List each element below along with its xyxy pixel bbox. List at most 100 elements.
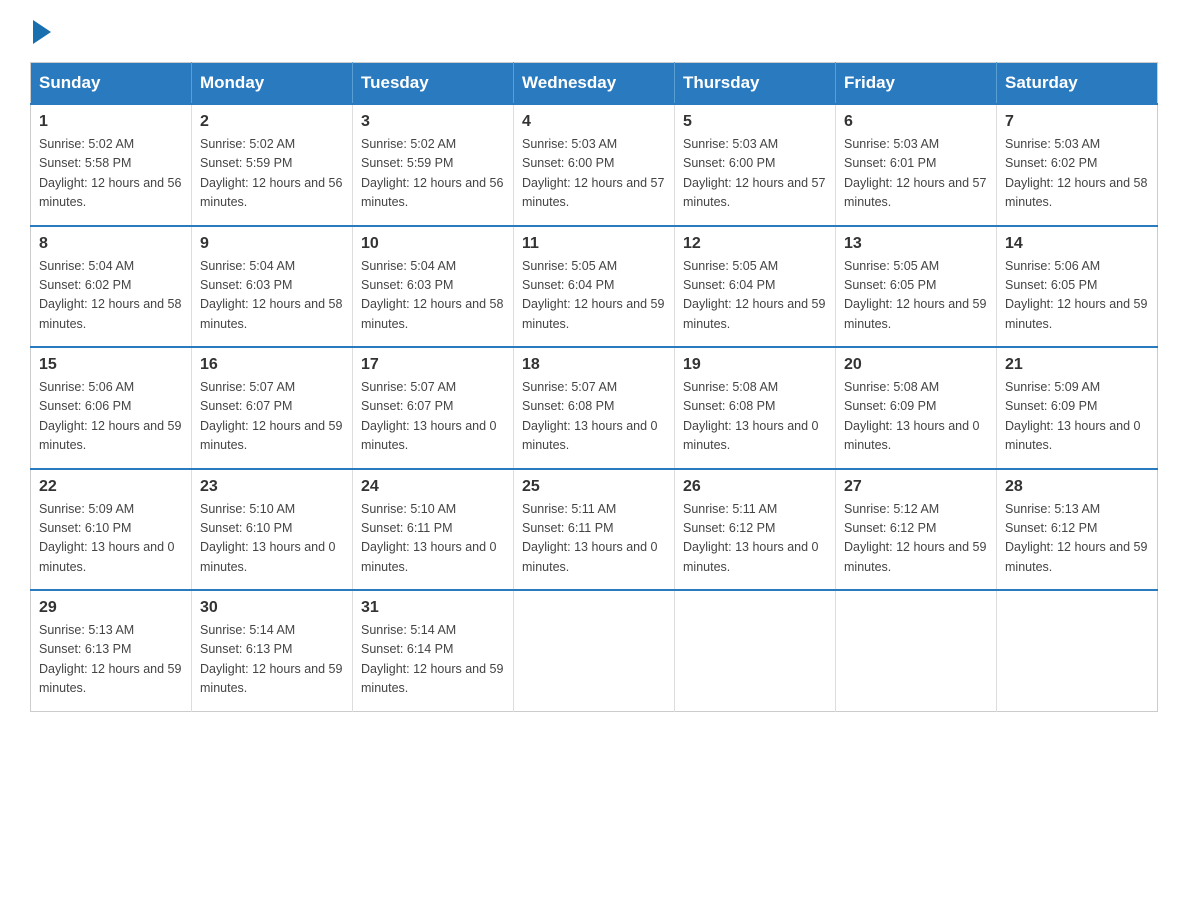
day-info: Sunrise: 5:09 AMSunset: 6:10 PMDaylight:… [39, 500, 183, 578]
day-info: Sunrise: 5:08 AMSunset: 6:09 PMDaylight:… [844, 378, 988, 456]
calendar-cell: 2 Sunrise: 5:02 AMSunset: 5:59 PMDayligh… [192, 104, 353, 226]
day-info: Sunrise: 5:02 AMSunset: 5:59 PMDaylight:… [200, 135, 344, 213]
day-info: Sunrise: 5:13 AMSunset: 6:13 PMDaylight:… [39, 621, 183, 699]
calendar-cell: 12 Sunrise: 5:05 AMSunset: 6:04 PMDaylig… [675, 226, 836, 348]
calendar-cell: 11 Sunrise: 5:05 AMSunset: 6:04 PMDaylig… [514, 226, 675, 348]
day-number: 19 [683, 356, 827, 374]
calendar-header-sunday: Sunday [31, 63, 192, 105]
calendar-header-row: SundayMondayTuesdayWednesdayThursdayFrid… [31, 63, 1158, 105]
day-info: Sunrise: 5:03 AMSunset: 6:02 PMDaylight:… [1005, 135, 1149, 213]
day-number: 4 [522, 113, 666, 131]
calendar-cell: 18 Sunrise: 5:07 AMSunset: 6:08 PMDaylig… [514, 347, 675, 469]
logo-arrow-icon [33, 20, 51, 44]
day-number: 9 [200, 235, 344, 253]
calendar-cell: 25 Sunrise: 5:11 AMSunset: 6:11 PMDaylig… [514, 469, 675, 591]
day-number: 14 [1005, 235, 1149, 253]
calendar-cell: 23 Sunrise: 5:10 AMSunset: 6:10 PMDaylig… [192, 469, 353, 591]
page-header [30, 20, 1158, 42]
day-info: Sunrise: 5:04 AMSunset: 6:03 PMDaylight:… [200, 257, 344, 335]
day-info: Sunrise: 5:05 AMSunset: 6:05 PMDaylight:… [844, 257, 988, 335]
day-number: 23 [200, 478, 344, 496]
calendar-cell: 8 Sunrise: 5:04 AMSunset: 6:02 PMDayligh… [31, 226, 192, 348]
day-number: 27 [844, 478, 988, 496]
calendar-cell: 21 Sunrise: 5:09 AMSunset: 6:09 PMDaylig… [997, 347, 1158, 469]
calendar-cell: 20 Sunrise: 5:08 AMSunset: 6:09 PMDaylig… [836, 347, 997, 469]
day-number: 31 [361, 599, 505, 617]
day-info: Sunrise: 5:05 AMSunset: 6:04 PMDaylight:… [522, 257, 666, 335]
day-number: 13 [844, 235, 988, 253]
day-number: 20 [844, 356, 988, 374]
day-number: 7 [1005, 113, 1149, 131]
calendar-header-friday: Friday [836, 63, 997, 105]
calendar-cell: 28 Sunrise: 5:13 AMSunset: 6:12 PMDaylig… [997, 469, 1158, 591]
day-number: 10 [361, 235, 505, 253]
day-number: 1 [39, 113, 183, 131]
calendar-cell [675, 590, 836, 711]
logo [30, 20, 51, 42]
day-number: 17 [361, 356, 505, 374]
calendar-cell: 16 Sunrise: 5:07 AMSunset: 6:07 PMDaylig… [192, 347, 353, 469]
day-info: Sunrise: 5:12 AMSunset: 6:12 PMDaylight:… [844, 500, 988, 578]
calendar-cell: 14 Sunrise: 5:06 AMSunset: 6:05 PMDaylig… [997, 226, 1158, 348]
day-number: 26 [683, 478, 827, 496]
calendar-cell: 4 Sunrise: 5:03 AMSunset: 6:00 PMDayligh… [514, 104, 675, 226]
day-number: 15 [39, 356, 183, 374]
calendar-header-thursday: Thursday [675, 63, 836, 105]
calendar-cell: 6 Sunrise: 5:03 AMSunset: 6:01 PMDayligh… [836, 104, 997, 226]
day-info: Sunrise: 5:02 AMSunset: 5:59 PMDaylight:… [361, 135, 505, 213]
calendar-cell: 24 Sunrise: 5:10 AMSunset: 6:11 PMDaylig… [353, 469, 514, 591]
day-info: Sunrise: 5:03 AMSunset: 6:01 PMDaylight:… [844, 135, 988, 213]
day-info: Sunrise: 5:02 AMSunset: 5:58 PMDaylight:… [39, 135, 183, 213]
day-number: 3 [361, 113, 505, 131]
day-number: 25 [522, 478, 666, 496]
calendar-cell: 29 Sunrise: 5:13 AMSunset: 6:13 PMDaylig… [31, 590, 192, 711]
day-info: Sunrise: 5:11 AMSunset: 6:11 PMDaylight:… [522, 500, 666, 578]
calendar-week-row: 1 Sunrise: 5:02 AMSunset: 5:58 PMDayligh… [31, 104, 1158, 226]
calendar-cell: 10 Sunrise: 5:04 AMSunset: 6:03 PMDaylig… [353, 226, 514, 348]
calendar-cell: 1 Sunrise: 5:02 AMSunset: 5:58 PMDayligh… [31, 104, 192, 226]
day-number: 2 [200, 113, 344, 131]
calendar-cell [997, 590, 1158, 711]
calendar-header-monday: Monday [192, 63, 353, 105]
day-number: 18 [522, 356, 666, 374]
day-number: 12 [683, 235, 827, 253]
day-number: 8 [39, 235, 183, 253]
day-info: Sunrise: 5:06 AMSunset: 6:06 PMDaylight:… [39, 378, 183, 456]
calendar-cell: 13 Sunrise: 5:05 AMSunset: 6:05 PMDaylig… [836, 226, 997, 348]
calendar-header-saturday: Saturday [997, 63, 1158, 105]
day-number: 5 [683, 113, 827, 131]
calendar-header-wednesday: Wednesday [514, 63, 675, 105]
day-number: 30 [200, 599, 344, 617]
day-info: Sunrise: 5:08 AMSunset: 6:08 PMDaylight:… [683, 378, 827, 456]
calendar-table: SundayMondayTuesdayWednesdayThursdayFrid… [30, 62, 1158, 712]
day-number: 11 [522, 235, 666, 253]
calendar-cell: 30 Sunrise: 5:14 AMSunset: 6:13 PMDaylig… [192, 590, 353, 711]
calendar-week-row: 29 Sunrise: 5:13 AMSunset: 6:13 PMDaylig… [31, 590, 1158, 711]
day-number: 29 [39, 599, 183, 617]
calendar-cell: 27 Sunrise: 5:12 AMSunset: 6:12 PMDaylig… [836, 469, 997, 591]
calendar-cell: 17 Sunrise: 5:07 AMSunset: 6:07 PMDaylig… [353, 347, 514, 469]
calendar-cell: 3 Sunrise: 5:02 AMSunset: 5:59 PMDayligh… [353, 104, 514, 226]
day-number: 22 [39, 478, 183, 496]
calendar-cell: 9 Sunrise: 5:04 AMSunset: 6:03 PMDayligh… [192, 226, 353, 348]
calendar-cell: 7 Sunrise: 5:03 AMSunset: 6:02 PMDayligh… [997, 104, 1158, 226]
day-number: 6 [844, 113, 988, 131]
calendar-header-tuesday: Tuesday [353, 63, 514, 105]
calendar-cell [836, 590, 997, 711]
calendar-week-row: 15 Sunrise: 5:06 AMSunset: 6:06 PMDaylig… [31, 347, 1158, 469]
day-info: Sunrise: 5:07 AMSunset: 6:07 PMDaylight:… [200, 378, 344, 456]
day-info: Sunrise: 5:04 AMSunset: 6:02 PMDaylight:… [39, 257, 183, 335]
day-number: 21 [1005, 356, 1149, 374]
day-info: Sunrise: 5:13 AMSunset: 6:12 PMDaylight:… [1005, 500, 1149, 578]
calendar-cell [514, 590, 675, 711]
day-info: Sunrise: 5:07 AMSunset: 6:07 PMDaylight:… [361, 378, 505, 456]
day-info: Sunrise: 5:10 AMSunset: 6:10 PMDaylight:… [200, 500, 344, 578]
day-info: Sunrise: 5:14 AMSunset: 6:14 PMDaylight:… [361, 621, 505, 699]
day-info: Sunrise: 5:10 AMSunset: 6:11 PMDaylight:… [361, 500, 505, 578]
day-number: 24 [361, 478, 505, 496]
day-info: Sunrise: 5:09 AMSunset: 6:09 PMDaylight:… [1005, 378, 1149, 456]
calendar-cell: 15 Sunrise: 5:06 AMSunset: 6:06 PMDaylig… [31, 347, 192, 469]
day-info: Sunrise: 5:05 AMSunset: 6:04 PMDaylight:… [683, 257, 827, 335]
day-info: Sunrise: 5:03 AMSunset: 6:00 PMDaylight:… [522, 135, 666, 213]
calendar-cell: 22 Sunrise: 5:09 AMSunset: 6:10 PMDaylig… [31, 469, 192, 591]
